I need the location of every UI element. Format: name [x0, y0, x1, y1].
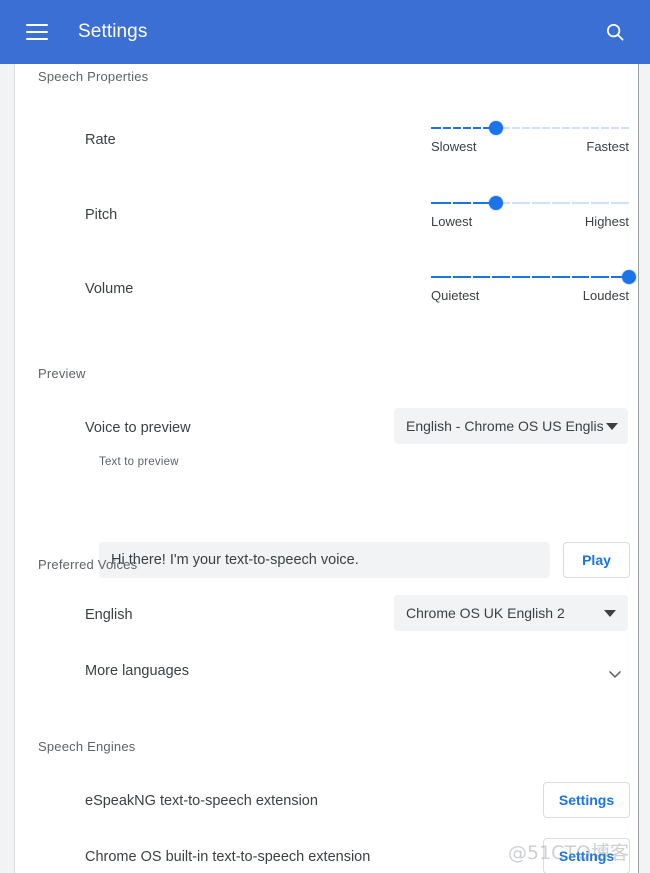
pitch-slider-thumb[interactable]	[489, 196, 504, 210]
volume-slider-legend: Quietest Loudest	[431, 288, 629, 303]
search-icon[interactable]	[602, 19, 628, 45]
hamburger-menu-icon[interactable]	[26, 24, 48, 40]
pitch-label: Pitch	[85, 207, 118, 223]
rate-max-label: Fastest	[586, 139, 629, 154]
volume-slider[interactable]: Quietest Loudest	[431, 268, 636, 308]
preferred-voice-english-value: Chrome OS UK English 2	[406, 605, 565, 621]
settings-content: Speech Properties Rate Slowest Fastest P…	[15, 64, 638, 873]
slider-tick	[470, 275, 473, 279]
engine-settings-button-chromeos-builtin[interactable]: Settings	[543, 838, 630, 873]
engine-settings-button-espeakng[interactable]: Settings	[543, 782, 630, 818]
slider-tick	[599, 126, 602, 130]
section-heading-preview: Preview	[38, 366, 86, 381]
rate-min-label: Slowest	[431, 139, 477, 154]
rate-slider-legend: Slowest Fastest	[431, 139, 629, 154]
rate-tick-marks	[431, 126, 629, 130]
app-bar: Settings	[0, 0, 650, 64]
voice-to-preview-label: Voice to preview	[85, 420, 191, 436]
section-heading-speech-properties: Speech Properties	[38, 69, 149, 84]
settings-page: Speech Properties Rate Slowest Fastest P…	[0, 64, 650, 873]
text-to-preview-label: Text to preview	[99, 456, 179, 468]
slider-tick	[609, 126, 612, 130]
volume-min-label: Quietest	[431, 288, 480, 303]
slider-tick	[450, 126, 453, 130]
text-to-preview-input[interactable]	[99, 542, 550, 578]
slider-tick	[470, 201, 473, 205]
slider-tick	[549, 126, 552, 130]
preferred-voice-english-select[interactable]: Chrome OS UK English 2	[394, 595, 628, 631]
settings-card: Speech Properties Rate Slowest Fastest P…	[14, 64, 639, 873]
page-title: Settings	[78, 21, 148, 42]
pitch-slider-legend: Lowest Highest	[431, 214, 629, 229]
slider-tick	[480, 126, 483, 130]
slider-tick	[460, 126, 463, 130]
chevron-down-icon	[604, 609, 616, 617]
slider-tick	[579, 126, 582, 130]
slider-tick	[530, 201, 532, 205]
slider-tick	[470, 126, 473, 130]
slider-tick	[549, 201, 552, 205]
section-heading-speech-engines: Speech Engines	[38, 739, 136, 754]
volume-slider-thumb[interactable]	[622, 270, 636, 284]
volume-tick-marks	[431, 275, 629, 279]
hamburger-line	[26, 31, 48, 33]
slider-tick	[549, 275, 552, 279]
slider-tick	[569, 126, 572, 130]
slider-tick	[510, 201, 513, 205]
volume-slider-track[interactable]	[431, 275, 629, 279]
slider-tick	[569, 275, 572, 279]
preferred-voice-english-label: English	[85, 607, 133, 623]
slider-tick	[450, 275, 453, 279]
slider-tick	[520, 126, 523, 130]
chevron-down-icon[interactable]	[605, 664, 625, 684]
slider-tick	[510, 275, 513, 279]
section-heading-preferred-voices: Preferred Voices	[38, 557, 138, 572]
rate-slider-track[interactable]	[431, 126, 629, 130]
engine-name-espeakng: eSpeakNG text-to-speech extension	[85, 793, 318, 809]
slider-tick	[589, 275, 592, 279]
slider-tick	[440, 126, 443, 130]
hamburger-line	[26, 38, 48, 40]
pitch-slider[interactable]: Lowest Highest	[431, 194, 629, 234]
slider-tick	[589, 201, 592, 205]
voice-to-preview-value: English - Chrome OS US English	[406, 418, 604, 434]
pitch-min-label: Lowest	[431, 214, 473, 229]
slider-tick	[589, 126, 592, 130]
chevron-down-icon	[606, 422, 618, 430]
slider-tick	[559, 126, 562, 130]
slider-tick	[450, 201, 453, 205]
pitch-tick-marks	[431, 201, 629, 205]
slider-tick	[530, 126, 532, 130]
rate-label: Rate	[85, 132, 116, 148]
rate-slider[interactable]: Slowest Fastest	[431, 119, 629, 159]
slider-tick	[619, 126, 622, 130]
slider-tick	[569, 201, 572, 205]
hamburger-line	[26, 24, 48, 26]
slider-tick	[539, 126, 542, 130]
slider-tick	[609, 201, 612, 205]
slider-tick	[510, 126, 513, 130]
slider-tick	[490, 275, 493, 279]
volume-label: Volume	[85, 281, 134, 297]
engine-name-chromeos-builtin: Chrome OS built-in text-to-speech extens…	[85, 849, 371, 865]
slider-tick	[530, 275, 532, 279]
volume-max-label: Loudest	[582, 288, 629, 303]
voice-to-preview-select[interactable]: English - Chrome OS US English	[394, 408, 628, 444]
more-languages-label[interactable]: More languages	[85, 663, 189, 679]
slider-tick	[609, 275, 612, 279]
pitch-max-label: Highest	[584, 214, 629, 229]
play-button[interactable]: Play	[563, 542, 630, 578]
pitch-slider-track[interactable]	[431, 201, 629, 205]
rate-slider-thumb[interactable]	[489, 121, 504, 135]
